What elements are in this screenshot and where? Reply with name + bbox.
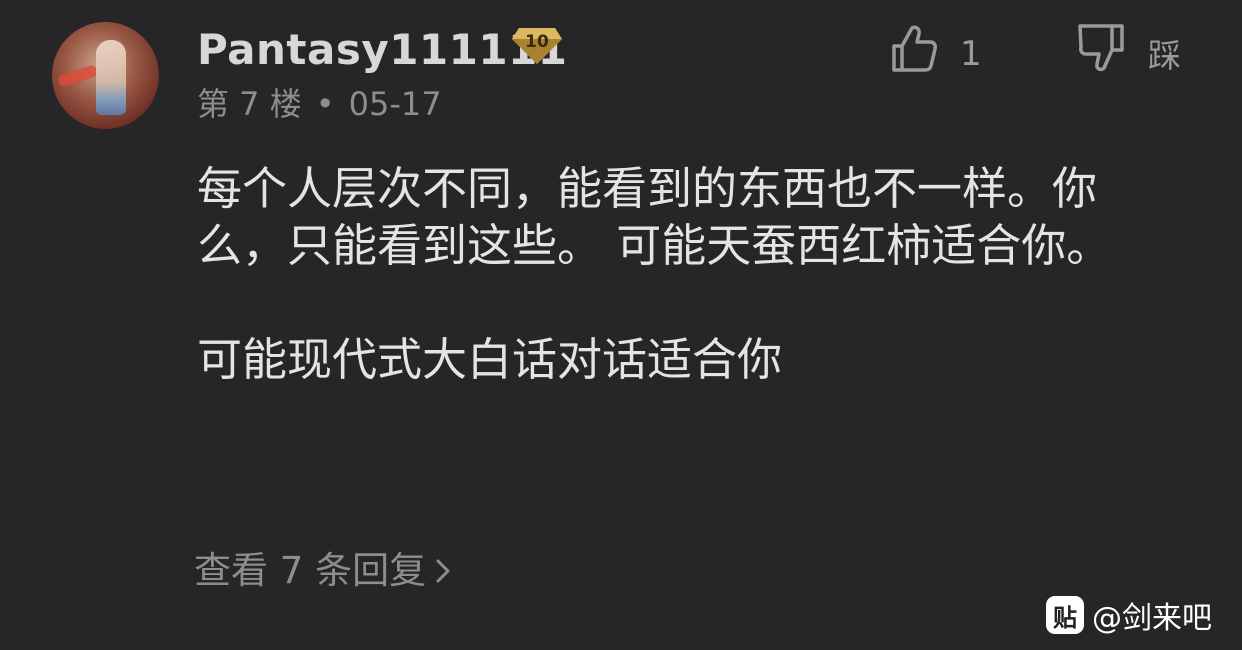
tieba-logo-icon: 贴 bbox=[1046, 596, 1084, 634]
avatar[interactable] bbox=[52, 22, 159, 129]
separator-dot: • bbox=[315, 85, 335, 123]
comment-body: 每个人层次不同，能看到的东西也不一样。你么，只能看到这些。 可能天蚕西红柿适合你… bbox=[197, 160, 1157, 388]
dislike-label: 踩 bbox=[1148, 36, 1181, 75]
watermark: 贴 @剑来吧 bbox=[1046, 595, 1212, 636]
replies-label: 查看 7 条回复 bbox=[194, 549, 427, 592]
view-replies-link[interactable]: 查看 7 条回复 bbox=[194, 546, 452, 599]
thumbs-down-icon bbox=[1078, 24, 1124, 72]
post-meta: 第 7 楼 • 05-17 bbox=[197, 84, 442, 124]
level-badge: 10 bbox=[511, 26, 563, 66]
level-number: 10 bbox=[525, 32, 549, 52]
comment-paragraph: 可能现代式大白话对话适合你 bbox=[197, 333, 783, 386]
comment-paragraph: 每个人层次不同，能看到的东西也不一样。你么，只能看到这些。 可能天蚕西红柿适合你… bbox=[197, 162, 1112, 272]
avatar-figure bbox=[96, 40, 126, 115]
watermark-text: @剑来吧 bbox=[1092, 601, 1212, 636]
floor-label: 第 7 楼 bbox=[197, 85, 302, 123]
chevron-right-icon bbox=[434, 549, 452, 599]
thumbs-up-icon bbox=[892, 25, 937, 72]
like-count: 1 bbox=[960, 34, 982, 74]
avatar-decor bbox=[57, 64, 99, 88]
post-date: 05-17 bbox=[348, 85, 442, 123]
